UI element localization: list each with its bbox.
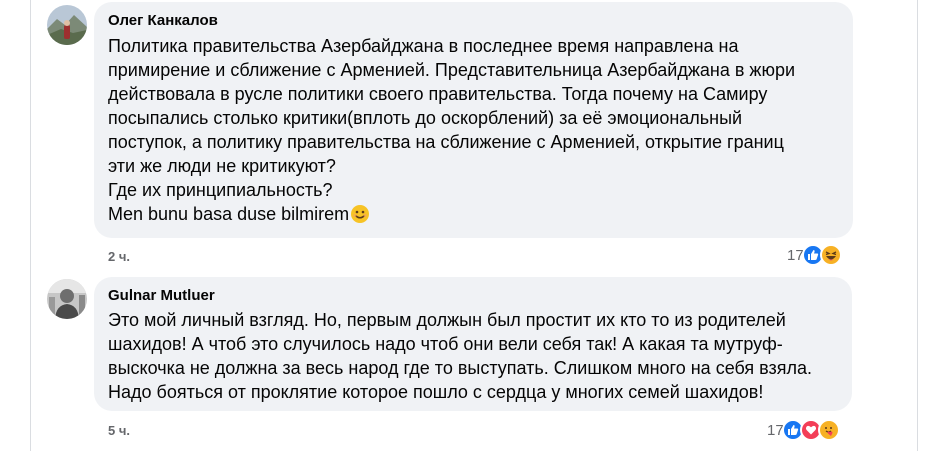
comment-line: шахидов! А чтоб это случилось надо чтоб … (108, 334, 783, 354)
comment-line: Политика правительства Азербайджана в по… (108, 36, 739, 56)
reaction-summary[interactable]: 17 (787, 243, 842, 267)
avatar[interactable] (47, 5, 87, 45)
comment-line: Men bunu basa duse bilmirem (108, 204, 350, 224)
comment-author[interactable]: Олег Канкалов (108, 12, 218, 29)
comment-line: эти же люди не критикуют? (108, 156, 336, 176)
avatar-photo-landscape (47, 5, 87, 45)
comment-line: посыпались столько критики(вплоть до оск… (108, 108, 743, 128)
haha-icon (819, 244, 842, 266)
care-icon (817, 419, 840, 441)
comment-line: примирение и сближение с Арменией. Предс… (108, 60, 796, 80)
avatar-photo-portrait (47, 279, 87, 319)
comment-line: Надо бояться от проклятие которое пошло … (108, 382, 764, 402)
comment-line: поступок, а политику правительства на сб… (108, 132, 784, 152)
comment-line-with-emoji: Men bunu basa duse bilmirem (108, 202, 795, 226)
comment-line: выскочка не должна за весь народ где то … (108, 358, 813, 378)
comment-line: Это мой личный взгляд. Но, первым должын… (108, 310, 786, 330)
comment-2: Gulnar Mutluer Это мой личный взгляд. Но… (0, 270, 938, 451)
comment-timestamp[interactable]: 2 ч. (108, 249, 130, 264)
slightly-smiling-face-icon (351, 205, 370, 223)
comment-text: Это мой личный взгляд. Но, первым должын… (108, 308, 812, 404)
avatar[interactable] (47, 279, 87, 319)
comment-text: Политика правительства Азербайджана в по… (108, 34, 795, 226)
comment-timestamp[interactable]: 5 ч. (108, 423, 130, 438)
comment-line: Где их принципиальность? (108, 180, 333, 200)
comment-line: действовала в русле политики своего прав… (108, 84, 768, 104)
reaction-summary[interactable]: 17 (767, 418, 840, 442)
comment-author[interactable]: Gulnar Mutluer (108, 287, 215, 304)
comment-1: Олег Канкалов Политика правительства Азе… (0, 0, 938, 270)
